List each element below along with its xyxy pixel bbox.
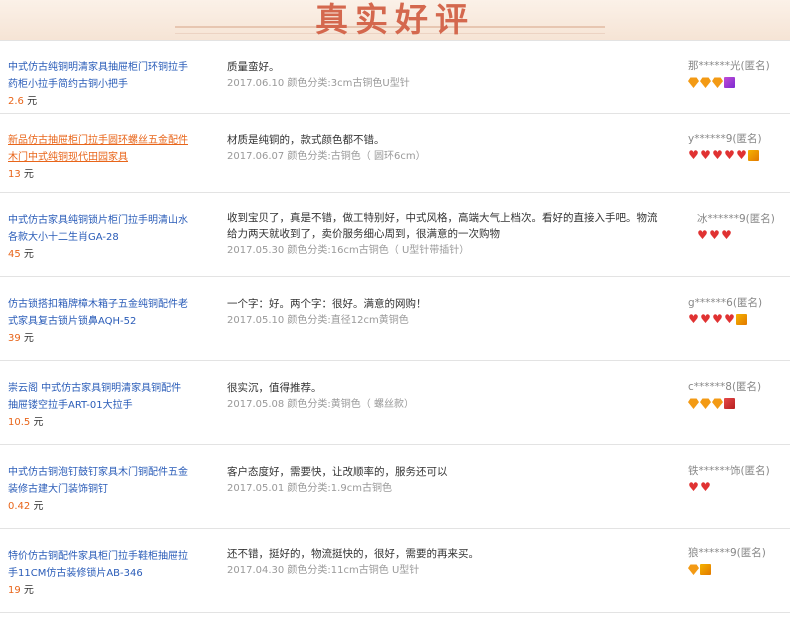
product-price: 45 元	[8, 249, 34, 260]
product-info: 仿古锁搭扣箱牌樟木箱子五金纯铜配件老式家具复古锁片锁鼻AQH-52 39 元	[8, 296, 190, 347]
heart-icon: ♥	[688, 480, 699, 494]
reviewer-name: c******8(匿名)	[688, 381, 762, 393]
review-content: 客户态度好，需要快，让改顺率的，服务还可以 2017.05.01 颜色分类:1.…	[227, 464, 667, 497]
product-info: 中式仿古家具纯铜锁片柜门拉手明清山水各款大小十二生肖GA-28 45 元	[8, 212, 190, 263]
reviewer-badges	[688, 398, 736, 412]
review-text: 还不错，挺好的，物流挺快的，很好，需要的再来买。	[227, 548, 479, 560]
heart-icon: ♥	[736, 148, 747, 162]
product-price: 0.42 元	[8, 501, 44, 512]
reviewer-name: g******6(匿名)	[688, 297, 763, 309]
product-price: 2.6 元	[8, 96, 38, 107]
product-link[interactable]: 中式仿古家具纯铜锁片柜门拉手明清山水各款大小十二生肖GA-28	[8, 212, 190, 246]
diamond-icon	[688, 398, 699, 409]
heart-icon: ♥	[700, 148, 711, 162]
heart-icon: ♥	[697, 228, 708, 242]
crown-icon	[748, 150, 759, 161]
product-price: 39 元	[8, 333, 34, 344]
reviewer-name: 那******光(匿名)	[688, 60, 770, 72]
review-content: 收到宝贝了，真是不错，做工特别好，中式风格，高端大气上档次。看好的直接入手吧。物…	[227, 210, 667, 259]
heart-icon: ♥	[712, 312, 723, 326]
banner-title: 真实好评	[315, 0, 475, 39]
heart-icon: ♥	[724, 148, 735, 162]
diamond-icon	[688, 77, 699, 88]
reviewer-name: 狼******9(匿名)	[688, 547, 766, 559]
review-meta: 2017.04.30 颜色分类:11cm古铜色 U型针	[227, 565, 420, 576]
product-info: 中式仿古纯铜明清家具抽屉柜门环铜拉手药柜小拉手简约古铜小把手 2.6 元	[8, 59, 190, 110]
review-content: 很实沉，值得推荐。 2017.05.08 颜色分类:黄铜色（ 螺丝款）	[227, 380, 667, 413]
product-link[interactable]: 中式仿古纯铜明清家具抽屉柜门环铜拉手药柜小拉手简约古铜小把手	[8, 59, 190, 93]
product-link[interactable]: 新品仿古抽屉柜门拉手圆环螺丝五金配件木门中式纯铜现代田园家具	[8, 132, 190, 166]
review-meta: 2017.06.07 颜色分类:古铜色（ 圆环6cm）	[227, 151, 426, 162]
review-text: 很实沉，值得推荐。	[227, 382, 322, 394]
heart-icon: ♥	[700, 480, 711, 494]
review-row: 仿古锁搭扣箱牌樟木箱子五金纯铜配件老式家具复古锁片锁鼻AQH-52 39 元 一…	[0, 276, 790, 361]
heart-icon: ♥	[700, 312, 711, 326]
review-meta: 2017.05.01 颜色分类:1.9cm古铜色	[227, 483, 392, 494]
product-link[interactable]: 中式仿古铜泡钉鼓钉家具木门铜配件五金装修古建大门装饰铜钉	[8, 464, 190, 498]
review-row: 特价仿古铜配件家具柜门拉手鞋柜抽屉拉手11CM仿古装修锁片AB-346 19 元…	[0, 528, 790, 613]
crown-icon	[724, 77, 735, 88]
product-price: 19 元	[8, 585, 34, 596]
reviewer-badges: ♥♥	[688, 480, 712, 496]
heart-icon: ♥	[724, 312, 735, 326]
review-meta: 2017.05.30 颜色分类:16cm古铜色（ U型针带插针）	[227, 245, 470, 256]
review-content: 材质是纯铜的，款式颜色都不错。 2017.06.07 颜色分类:古铜色（ 圆环6…	[227, 132, 667, 165]
product-price: 13 元	[8, 169, 34, 180]
review-text: 质量蛮好。	[227, 61, 280, 73]
review-row: 新品仿古抽屉柜门拉手圆环螺丝五金配件木门中式纯铜现代田园家具 13 元 材质是纯…	[0, 112, 790, 193]
reviewer-name: y******9(匿名)	[688, 133, 762, 145]
diamond-icon	[712, 77, 723, 88]
diamond-icon	[712, 398, 723, 409]
product-link[interactable]: 仿古锁搭扣箱牌樟木箱子五金纯铜配件老式家具复古锁片锁鼻AQH-52	[8, 296, 190, 330]
diamond-icon	[688, 564, 699, 575]
product-link[interactable]: 崇云阁 中式仿古家具铜明清家具铜配件抽屉镂空拉手ART-01大拉手	[8, 380, 190, 414]
review-content: 还不错，挺好的，物流挺快的，很好，需要的再来买。 2017.04.30 颜色分类…	[227, 546, 667, 579]
review-row: 中式仿古纯铜明清家具抽屉柜门环铜拉手药柜小拉手简约古铜小把手 2.6 元 质量蛮…	[0, 40, 790, 114]
review-content: 质量蛮好。 2017.06.10 颜色分类:3cm古铜色U型针	[227, 59, 667, 92]
reviewer-name: 铁******饰(匿名)	[688, 465, 770, 477]
reviewer-badges: ♥♥♥♥♥	[688, 148, 760, 164]
product-price: 10.5 元	[8, 417, 44, 428]
crown-icon	[724, 398, 735, 409]
reviews-banner: 真实好评	[0, 0, 790, 40]
reviewer-badges: ♥♥♥♥	[688, 312, 748, 328]
reviewer-badges	[688, 564, 712, 578]
review-text: 客户态度好，需要快，让改顺率的，服务还可以	[227, 466, 448, 478]
review-meta: 2017.05.10 颜色分类:直径12cm黄铜色	[227, 315, 409, 326]
heart-icon: ♥	[709, 228, 720, 242]
review-content: 一个字：好。两个字：很好。满意的网购！ 2017.05.10 颜色分类:直径12…	[227, 296, 667, 329]
diamond-icon	[700, 398, 711, 409]
heart-icon: ♥	[712, 148, 723, 162]
reviewer-badges	[688, 77, 736, 91]
product-info: 崇云阁 中式仿古家具铜明清家具铜配件抽屉镂空拉手ART-01大拉手 10.5 元	[8, 380, 190, 431]
product-info: 新品仿古抽屉柜门拉手圆环螺丝五金配件木门中式纯铜现代田园家具 13 元	[8, 132, 190, 183]
reviewer-badges: ♥♥♥	[697, 228, 733, 244]
review-text: 材质是纯铜的，款式颜色都不错。	[227, 134, 385, 146]
review-meta: 2017.05.08 颜色分类:黄铜色（ 螺丝款）	[227, 399, 414, 410]
review-text: 收到宝贝了，真是不错，做工特别好，中式风格，高端大气上档次。看好的直接入手吧。物…	[227, 212, 658, 240]
review-text: 一个字：好。两个字：很好。满意的网购！	[227, 298, 427, 310]
product-info: 特价仿古铜配件家具柜门拉手鞋柜抽屉拉手11CM仿古装修锁片AB-346 19 元	[8, 548, 190, 599]
heart-icon: ♥	[721, 228, 732, 242]
product-link[interactable]: 特价仿古铜配件家具柜门拉手鞋柜抽屉拉手11CM仿古装修锁片AB-346	[8, 548, 190, 582]
review-row: 中式仿古铜泡钉鼓钉家具木门铜配件五金装修古建大门装饰铜钉 0.42 元 客户态度…	[0, 444, 790, 529]
crown-icon	[700, 564, 711, 575]
review-row: 中式仿古家具纯铜锁片柜门拉手明清山水各款大小十二生肖GA-28 45 元 收到宝…	[0, 192, 790, 277]
heart-icon: ♥	[688, 148, 699, 162]
review-row: 崇云阁 中式仿古家具铜明清家具铜配件抽屉镂空拉手ART-01大拉手 10.5 元…	[0, 360, 790, 445]
diamond-icon	[700, 77, 711, 88]
review-meta: 2017.06.10 颜色分类:3cm古铜色U型针	[227, 78, 410, 89]
reviewer-name: 冰******9(匿名)	[697, 213, 775, 225]
product-info: 中式仿古铜泡钉鼓钉家具木门铜配件五金装修古建大门装饰铜钉 0.42 元	[8, 464, 190, 515]
heart-icon: ♥	[688, 312, 699, 326]
crown-icon	[736, 314, 747, 325]
